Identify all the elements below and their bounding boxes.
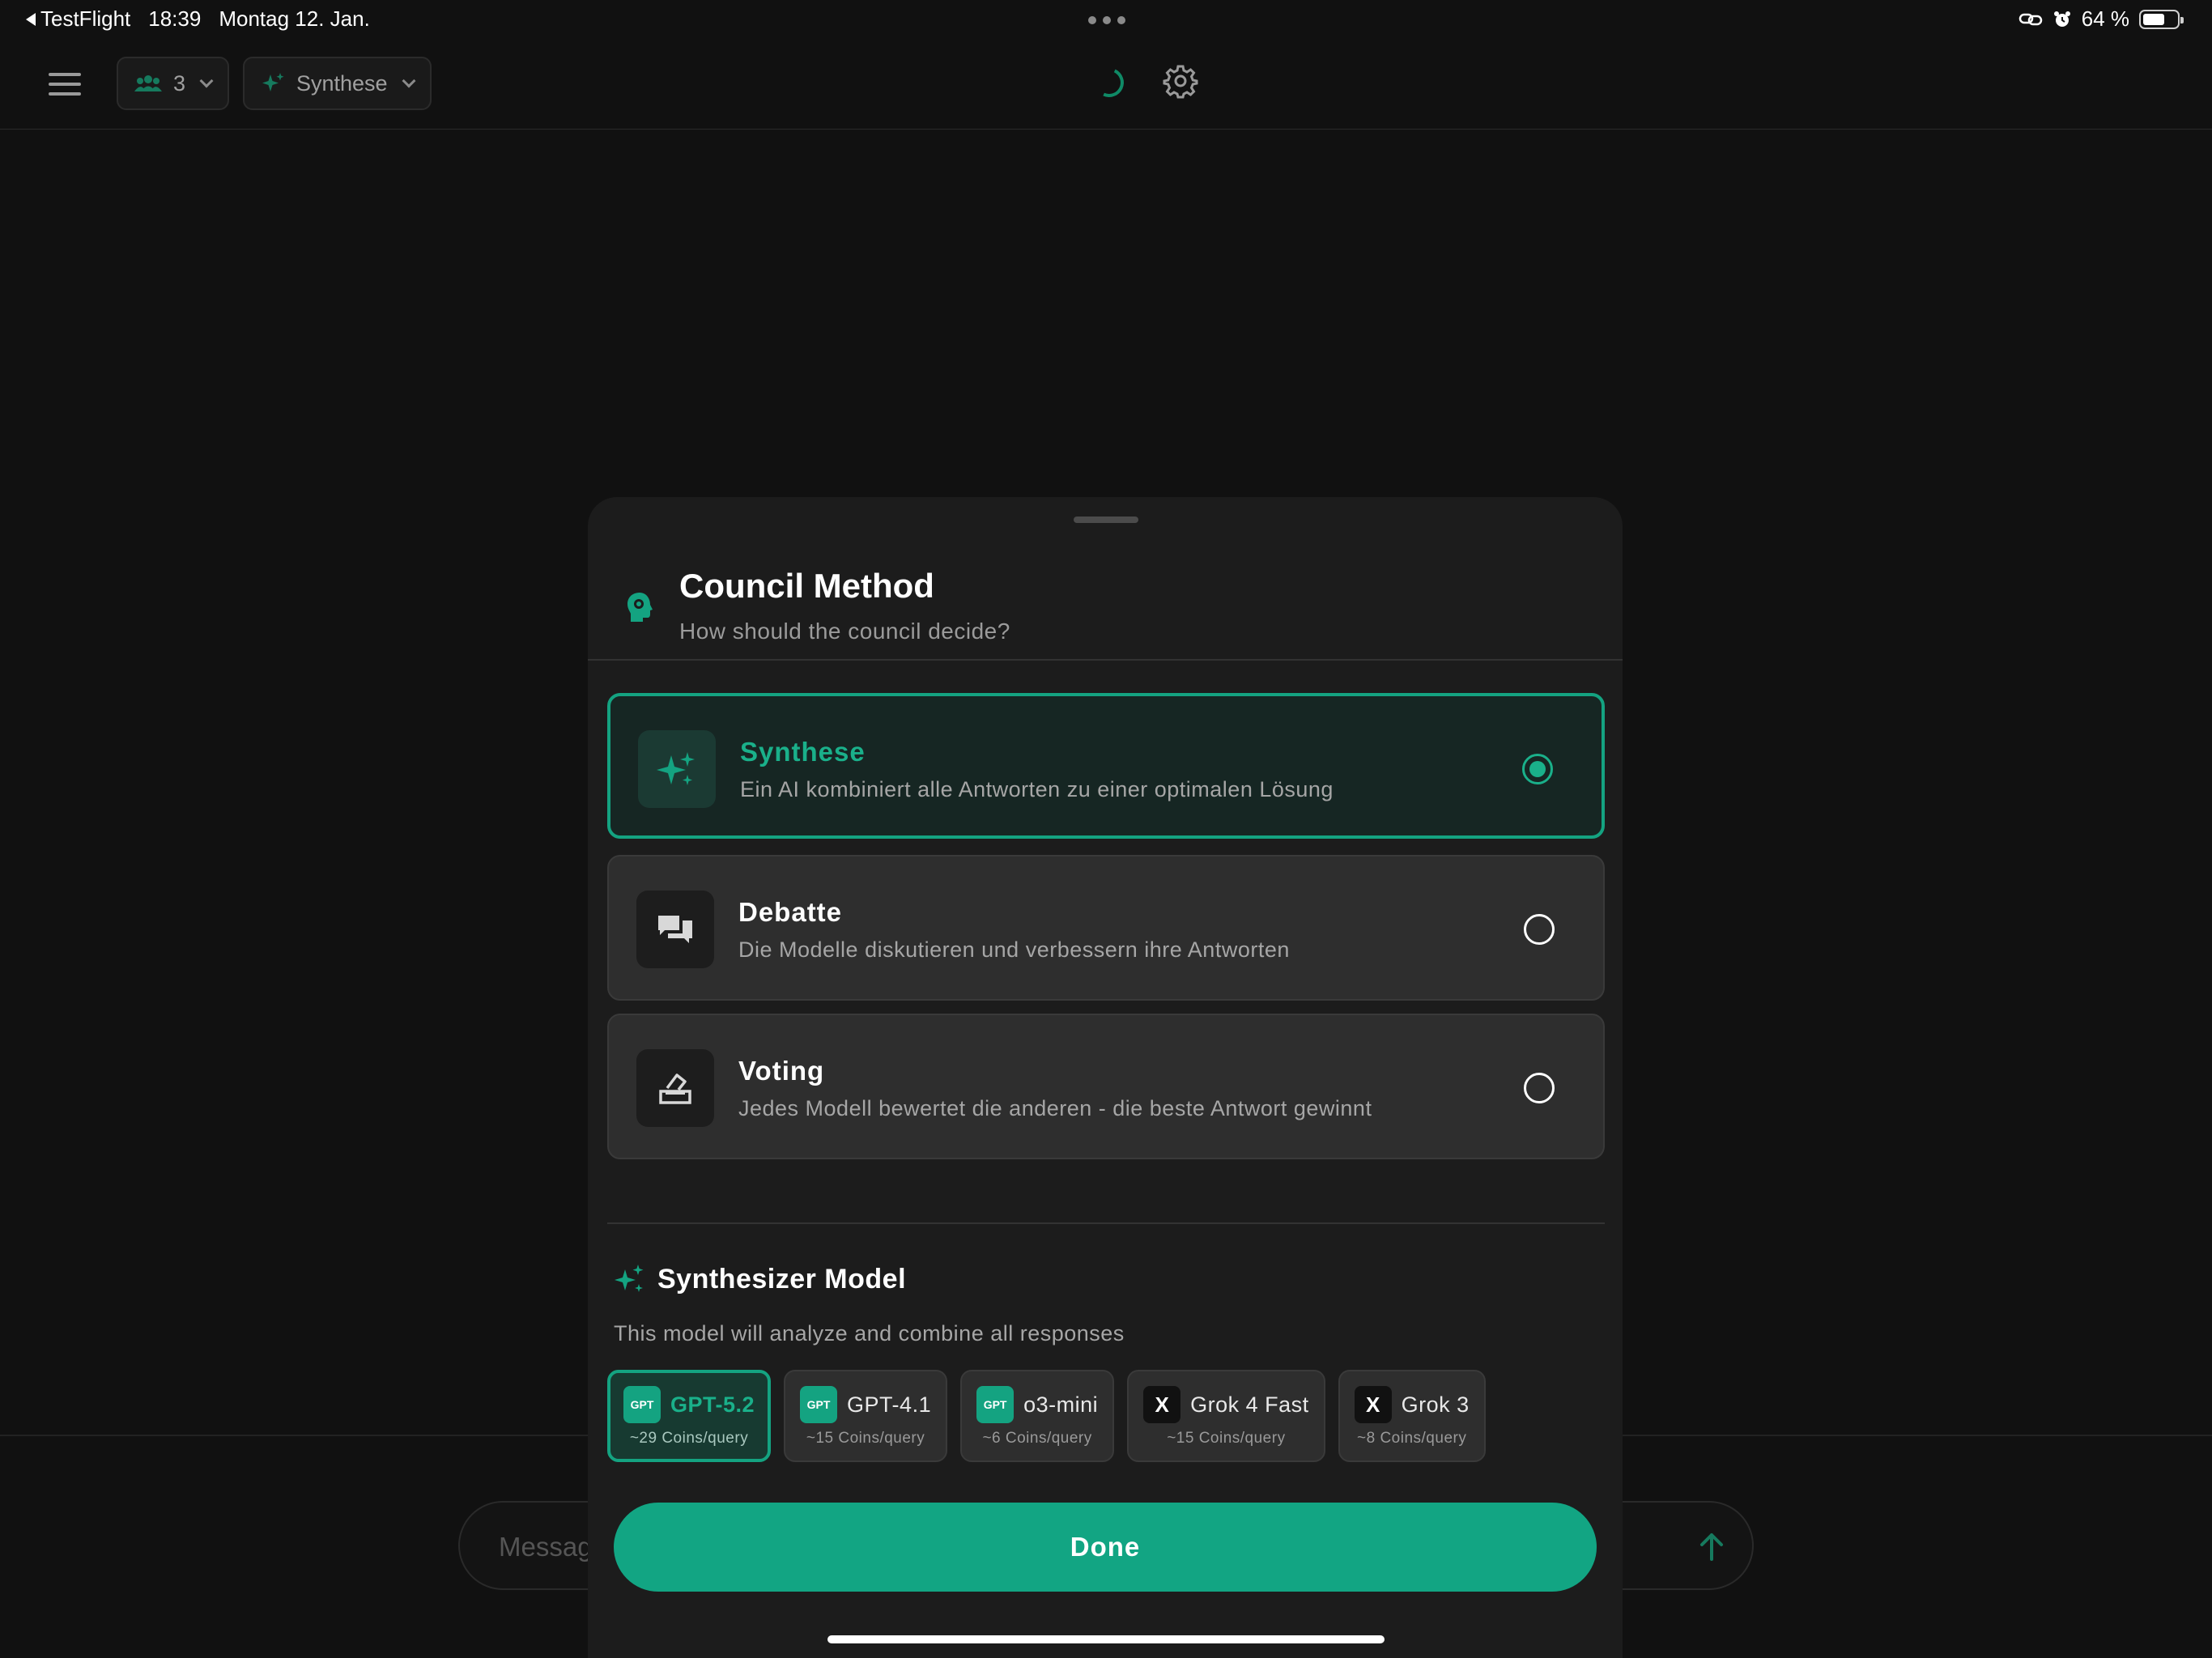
model-name: Grok 3 [1401, 1392, 1470, 1417]
method-option-synthese[interactable]: Synthese Ein AI kombiniert alle Antworte… [607, 693, 1605, 839]
loading-spinner-icon [1090, 63, 1129, 102]
section-divider [607, 1222, 1605, 1224]
alarm-icon [2053, 11, 2070, 27]
method-description: Die Modelle diskutieren und verbessern i… [738, 937, 1290, 962]
model-chip-grok-3[interactable]: X Grok 3 ~8 Coins/query [1338, 1370, 1486, 1462]
model-cost: ~6 Coins/query [982, 1430, 1092, 1447]
chevron-down-icon [402, 74, 416, 88]
radio-unselected[interactable] [1524, 914, 1555, 945]
done-button[interactable]: Done [614, 1503, 1597, 1592]
method-dropdown-label: Synthese [296, 70, 388, 96]
sheet-title: Council Method [679, 567, 934, 605]
model-chip-grok-4-fast[interactable]: X Grok 4 Fast ~15 Coins/query [1127, 1370, 1325, 1462]
link-icon [2018, 13, 2042, 25]
x-logo-icon: X [1143, 1386, 1181, 1423]
chevron-down-icon [199, 74, 214, 88]
message-placeholder: Messag [499, 1532, 593, 1562]
model-cost: ~15 Coins/query [806, 1430, 925, 1447]
app-screen: TestFlight 18:39 Montag 12. Jan. 64 % 3 … [0, 0, 2212, 1658]
model-name: GPT-5.2 [670, 1392, 755, 1417]
model-cost: ~15 Coins/query [1167, 1430, 1286, 1447]
council-method-sheet: Council Method How should the council de… [588, 497, 1623, 1658]
radio-unselected[interactable] [1524, 1073, 1555, 1103]
synthesizer-title: Synthesizer Model [657, 1263, 907, 1295]
participant-count: 3 [173, 70, 186, 96]
model-list: GPT GPT-5.2 ~29 Coins/query GPT GPT-4.1 … [607, 1370, 1486, 1462]
model-cost: ~29 Coins/query [629, 1430, 749, 1447]
openai-gpt-icon: GPT [800, 1386, 838, 1423]
status-date: Montag 12. Jan. [219, 6, 370, 31]
ballot-box-icon [636, 1049, 714, 1127]
battery-icon [2139, 9, 2184, 29]
status-left: TestFlight 18:39 Montag 12. Jan. [26, 6, 370, 32]
home-indicator[interactable] [827, 1635, 1385, 1643]
method-option-debatte[interactable]: Debatte Die Modelle diskutieren und verb… [607, 855, 1605, 1001]
synthesizer-header: Synthesizer Model [614, 1263, 906, 1295]
model-name: GPT-4.1 [847, 1392, 932, 1417]
model-chip-o3-mini[interactable]: GPT o3-mini ~6 Coins/query [960, 1370, 1115, 1462]
chat-bubbles-icon [636, 891, 714, 968]
multitasking-dots-icon[interactable] [1088, 16, 1125, 24]
back-arrow-icon [26, 12, 36, 26]
participants-dropdown[interactable]: 3 [117, 57, 230, 110]
back-app-label: TestFlight [40, 6, 131, 31]
method-dropdown[interactable]: Synthese [243, 57, 432, 110]
sparkles-icon [638, 730, 716, 808]
method-description: Jedes Modell bewertet die anderen - die … [738, 1096, 1372, 1120]
openai-gpt-icon: GPT [976, 1386, 1015, 1423]
sheet-grabber[interactable] [1074, 517, 1138, 523]
model-chip-gpt-4-1[interactable]: GPT GPT-4.1 ~15 Coins/query [784, 1370, 948, 1462]
method-option-voting[interactable]: Voting Jedes Modell bewertet die anderen… [607, 1014, 1605, 1159]
top-toolbar: 3 Synthese [0, 39, 2212, 130]
status-time: 18:39 [148, 6, 202, 31]
sheet-divider [588, 659, 1623, 661]
model-cost: ~8 Coins/query [1357, 1430, 1467, 1447]
sheet-subtitle: How should the council decide? [679, 619, 1010, 644]
method-description: Ein AI kombiniert alle Antworten zu eine… [740, 777, 1334, 801]
model-name: Grok 4 Fast [1190, 1392, 1309, 1417]
gear-icon[interactable] [1163, 63, 1198, 99]
model-name: o3-mini [1023, 1392, 1099, 1417]
back-to-app-link[interactable]: TestFlight [26, 6, 130, 32]
status-bar: TestFlight 18:39 Montag 12. Jan. 64 % [0, 0, 2212, 39]
status-right: 64 % [2018, 6, 2184, 32]
sheet-header: Council Method How should the council de… [588, 555, 1623, 659]
x-logo-icon: X [1354, 1386, 1392, 1423]
model-chip-gpt-5-2[interactable]: GPT GPT-5.2 ~29 Coins/query [607, 1370, 772, 1462]
sparkles-icon [615, 1265, 644, 1292]
sparkles-icon [262, 73, 284, 91]
openai-gpt-icon: GPT [623, 1386, 661, 1423]
method-title: Debatte [738, 897, 843, 927]
menu-icon[interactable] [45, 68, 84, 100]
synthesizer-description: This model will analyze and combine all … [614, 1321, 1125, 1346]
radio-selected[interactable] [1522, 754, 1553, 784]
method-title: Voting [738, 1056, 825, 1086]
send-arrow-icon[interactable] [1694, 1528, 1729, 1564]
brain-head-icon [627, 593, 653, 622]
battery-percent: 64 % [2081, 6, 2129, 31]
people-icon [134, 75, 162, 91]
method-title: Synthese [740, 737, 866, 767]
